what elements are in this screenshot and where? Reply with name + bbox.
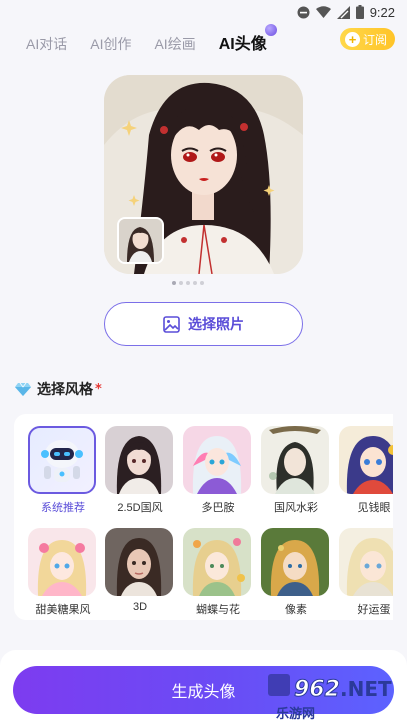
status-bar: 9:22	[0, 0, 407, 24]
style-section-title: 选择风格	[37, 381, 93, 397]
style-label: 像素	[285, 604, 307, 616]
subscribe-label: 订阅	[363, 32, 388, 47]
style-thumb	[28, 528, 96, 596]
style-option-3d[interactable]: 3D	[105, 528, 175, 613]
pixel-portrait-image	[261, 528, 329, 596]
style-thumb	[339, 426, 393, 494]
style-thumb	[339, 528, 393, 596]
butterfly-flower-portrait-image	[183, 528, 251, 596]
portrait-2-5d-image	[105, 426, 173, 494]
carousel-dots	[172, 281, 204, 285]
site-watermark-logo: 962 .NET 乐游网	[268, 674, 392, 722]
image-icon	[163, 315, 180, 333]
svg-text:.NET: .NET	[340, 677, 392, 701]
plus-icon: +	[345, 31, 360, 47]
tab-ai-chat[interactable]: AI对话	[26, 34, 67, 54]
style-label: 系统推荐	[41, 502, 85, 514]
tab-ai-avatar[interactable]: AI头像	[218, 24, 277, 54]
status-time: 9:22	[369, 4, 395, 20]
robot-icon	[41, 440, 83, 482]
choose-photo-label: 选择照片	[188, 316, 244, 332]
style-option-pixel[interactable]: 像素	[261, 528, 331, 617]
style-option-system[interactable]: 系统推荐	[28, 426, 98, 515]
tab-ai-avatar-label: AI头像	[218, 36, 267, 53]
style-thumb	[183, 426, 251, 494]
wifi-icon	[315, 6, 331, 18]
diamond-icon	[15, 382, 31, 396]
style-thumb	[183, 528, 251, 596]
tab-ai-create[interactable]: AI创作	[90, 34, 131, 54]
svg-text:乐游网: 乐游网	[276, 706, 315, 722]
money-portrait-image	[339, 426, 393, 494]
style-label: 见钱眼	[357, 502, 391, 514]
subscribe-button[interactable]: + 订阅	[340, 28, 395, 50]
style-label: 3D	[132, 601, 148, 613]
do-not-disturb-icon	[297, 6, 310, 18]
carousel-dot[interactable]	[186, 281, 190, 285]
candy-portrait-image	[28, 528, 96, 596]
source-photo-thumbnail[interactable]	[117, 217, 164, 264]
luck-portrait-image	[339, 528, 393, 596]
style-option-candy[interactable]: 甜美糖果风	[28, 528, 98, 617]
status-icons: 9:22	[297, 3, 395, 21]
style-section-header: 选择风格 *	[15, 379, 102, 399]
style-label: 多巴胺	[201, 502, 235, 514]
generate-avatar-label: 生成头像	[171, 684, 236, 701]
source-photo-image	[119, 219, 162, 262]
choose-photo-button[interactable]: 选择照片	[104, 302, 303, 346]
carousel-dot[interactable]	[200, 281, 204, 285]
style-option-dopamine[interactable]: 多巴胺	[183, 426, 253, 515]
style-thumb	[261, 426, 329, 494]
signal-icon	[336, 5, 350, 19]
tab-ai-paint[interactable]: AI绘画	[154, 34, 195, 54]
style-option-2-5d[interactable]: 2.5D国风	[105, 426, 175, 515]
avatar-preview[interactable]	[104, 75, 303, 274]
carousel-dot[interactable]	[193, 281, 197, 285]
style-thumb	[105, 528, 173, 596]
style-label: 甜美糖果风	[35, 604, 91, 616]
style-label: 国风水彩	[274, 502, 318, 514]
carousel-dot[interactable]	[179, 281, 183, 285]
style-thumb	[105, 426, 173, 494]
style-option-money[interactable]: 见钱眼	[339, 426, 393, 515]
tab-active-dot-icon	[264, 24, 277, 36]
style-option-luck[interactable]: 好运蛋	[339, 528, 393, 617]
style-option-watercolor[interactable]: 国风水彩	[261, 426, 331, 515]
dopamine-portrait-image	[183, 426, 251, 494]
style-label: 蝴蝶与花	[196, 604, 240, 616]
style-label: 2.5D国风	[117, 502, 163, 514]
carousel-dot[interactable]	[172, 281, 176, 285]
style-thumb	[28, 426, 96, 494]
top-tabs: AI对话 AI创作 AI绘画 AI头像	[26, 24, 290, 54]
watercolor-portrait-image	[261, 426, 329, 494]
style-label: 好运蛋	[357, 604, 391, 616]
battery-icon	[355, 5, 364, 19]
svg-text:962: 962	[294, 677, 340, 702]
style-thumb	[261, 528, 329, 596]
style-grid: 系统推荐 2.5D国风 多巴胺 国风水彩 见钱眼 甜美糖果风 3D 蝴蝶与花 像…	[14, 414, 393, 620]
style-option-butterfly[interactable]: 蝴蝶与花	[183, 528, 253, 617]
required-mark: *	[95, 381, 102, 397]
3d-portrait-image	[105, 528, 173, 596]
